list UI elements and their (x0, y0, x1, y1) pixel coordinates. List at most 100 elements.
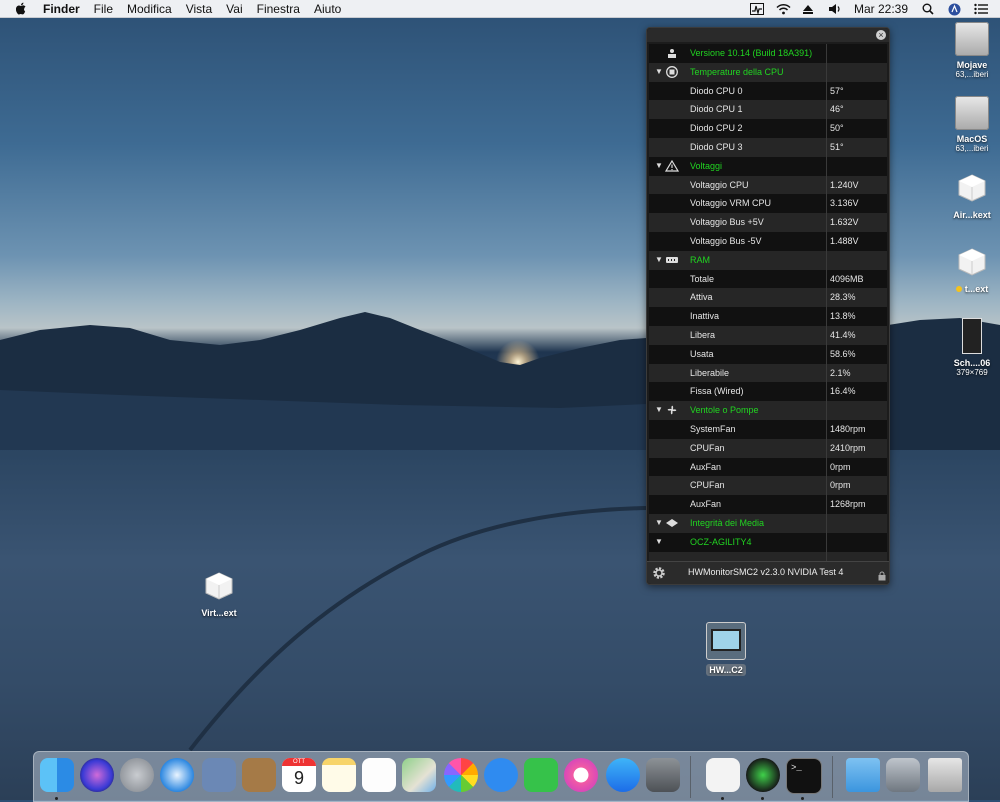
column-divider (826, 438, 827, 458)
calendar-icon[interactable]: OTT 9 (282, 758, 316, 792)
eject-icon[interactable] (802, 3, 816, 15)
maps-icon[interactable] (402, 758, 436, 792)
sensor-group-header[interactable]: ▼ Integrità dei Media (649, 513, 887, 533)
lock-icon[interactable] (878, 568, 886, 581)
column-divider (826, 513, 827, 533)
menu-vai[interactable]: Vai (226, 2, 242, 16)
user-avatar-icon[interactable] (948, 3, 962, 15)
sensor-group-header[interactable]: ▼ OCZ-AGILITY4 (649, 532, 887, 552)
desktop-disk-mojave[interactable]: Mojave 63,...iberi (944, 22, 1000, 79)
gear-icon[interactable] (651, 565, 667, 581)
sensor-value: 1.240V (830, 179, 859, 190)
sensor-label: Voltaggio VRM CPU (690, 198, 772, 209)
facetime-icon[interactable] (524, 758, 558, 792)
screenshot-thumbnail-icon (962, 318, 982, 354)
sensor-group-header[interactable]: ▼ RAM (649, 250, 887, 270)
column-divider (826, 62, 827, 82)
notes-icon[interactable] (322, 758, 356, 792)
terminal-icon[interactable]: >_ (786, 758, 822, 794)
app-store-icon[interactable] (606, 758, 640, 792)
desktop-file-airkext[interactable]: Air...kext (944, 172, 1000, 220)
system-preferences-icon[interactable] (646, 758, 680, 792)
desktop-file-virtkext[interactable]: Virt...ext (190, 570, 248, 618)
group-title: Integrità dei Media (690, 517, 765, 528)
column-divider (826, 382, 827, 402)
sensor-value: 57° (830, 85, 844, 96)
screenshot-utility-icon[interactable] (886, 758, 920, 792)
mail-icon[interactable] (202, 758, 236, 792)
wifi-icon[interactable] (776, 3, 791, 15)
itunes-icon[interactable] (564, 758, 598, 792)
photos-icon[interactable] (444, 758, 478, 792)
file-name: Air...kext (953, 210, 991, 220)
spotlight-search-icon[interactable] (922, 3, 936, 15)
hwmonitor-status-icon[interactable] (749, 2, 764, 15)
textedit-icon[interactable] (706, 758, 740, 792)
sensor-row: Voltaggio VRM CPU 3.136V (649, 194, 887, 214)
volume-icon[interactable] (828, 3, 842, 15)
hard-disk-icon (955, 22, 989, 56)
disclosure-triangle-icon[interactable]: ▼ (655, 518, 663, 527)
sensor-row: Voltaggio Bus -5V 1.488V (649, 231, 887, 251)
sensor-group-header[interactable]: ▼ Temperature della CPU (649, 62, 887, 82)
group-title: Ventole o Pompe (690, 405, 759, 416)
file-name: HW...C2 (706, 664, 746, 676)
sensor-list: Versione 10.14 (Build 18A391) ▼ Temperatur… (649, 44, 887, 571)
sensor-row: AuxFan 0rpm (649, 457, 887, 477)
sensor-value: 28.3% (830, 292, 856, 303)
trash-icon[interactable] (928, 758, 962, 792)
sensor-label: AuxFan (690, 499, 722, 510)
disclosure-triangle-icon[interactable]: ▼ (655, 405, 663, 414)
sensor-value: 3.136V (830, 198, 859, 209)
yellow-tag-icon (955, 286, 962, 292)
finder-icon[interactable] (40, 758, 74, 792)
messages-icon[interactable] (484, 758, 518, 792)
desktop-app-hwmonitor[interactable]: HW...C2 (700, 622, 752, 676)
group-title: Versione 10.14 (Build 18A391) (690, 48, 813, 58)
sensor-group-header[interactable]: Versione 10.14 (Build 18A391) (649, 44, 887, 63)
clover-configurator-icon[interactable] (746, 758, 780, 792)
sensor-value: 41.4% (830, 329, 856, 340)
sensor-label: Diodo CPU 2 (690, 123, 743, 134)
menu-clock[interactable]: Mar 22:39 (854, 2, 908, 16)
safari-icon[interactable] (160, 758, 194, 792)
column-divider (826, 213, 827, 232)
contacts-icon[interactable] (242, 758, 276, 792)
disclosure-triangle-icon[interactable]: ▼ (655, 67, 663, 76)
media-icon (665, 517, 679, 529)
sensor-value: 1480rpm (830, 423, 866, 434)
disclosure-triangle-icon[interactable]: ▼ (655, 537, 663, 546)
menu-file[interactable]: File (94, 2, 113, 16)
cpu-icon (665, 65, 679, 78)
desktop-disk-macos[interactable]: MacOS 63,...iberi (944, 96, 1000, 153)
sensor-row: CPUFan 0rpm (649, 476, 887, 496)
menu-app-finder[interactable]: Finder (43, 2, 80, 16)
sensor-group-header[interactable]: ▼ Voltaggi (649, 156, 887, 176)
menu-vista[interactable]: Vista (186, 2, 212, 16)
siri-icon[interactable] (80, 758, 114, 792)
close-icon[interactable]: × (876, 30, 886, 40)
column-divider (826, 44, 827, 63)
apple-menu-icon[interactable] (15, 2, 27, 15)
disclosure-triangle-icon[interactable]: ▼ (655, 255, 663, 264)
disclosure-triangle-icon[interactable]: ▼ (655, 161, 663, 170)
sensor-row: Voltaggio Bus +5V 1.632V (649, 213, 887, 232)
launchpad-icon[interactable] (120, 758, 154, 792)
menu-aiuto[interactable]: Aiuto (314, 2, 341, 16)
column-divider (826, 457, 827, 477)
folder-icon[interactable] (846, 758, 880, 792)
apple-boot-icon (665, 47, 679, 59)
sensor-label: Fissa (Wired) (690, 386, 744, 397)
file-name: Sch....06 (953, 358, 991, 368)
sensor-label: Diodo CPU 1 (690, 104, 743, 115)
notification-center-icon[interactable] (974, 3, 988, 15)
sensor-label: Voltaggio Bus -5V (690, 235, 762, 246)
desktop-file-tkext[interactable]: t...ext (944, 246, 1000, 294)
reminders-icon[interactable] (362, 758, 396, 792)
sensor-label: Inattiva (690, 311, 720, 322)
desktop-file-screenshot[interactable]: Sch....06 379×769 (944, 318, 1000, 377)
sensor-group-header[interactable]: ▼ Ventole o Pompe (649, 401, 887, 420)
menu-finestra[interactable]: Finestra (257, 2, 300, 16)
sensor-label: Voltaggio CPU (690, 179, 749, 190)
menu-modifica[interactable]: Modifica (127, 2, 172, 16)
